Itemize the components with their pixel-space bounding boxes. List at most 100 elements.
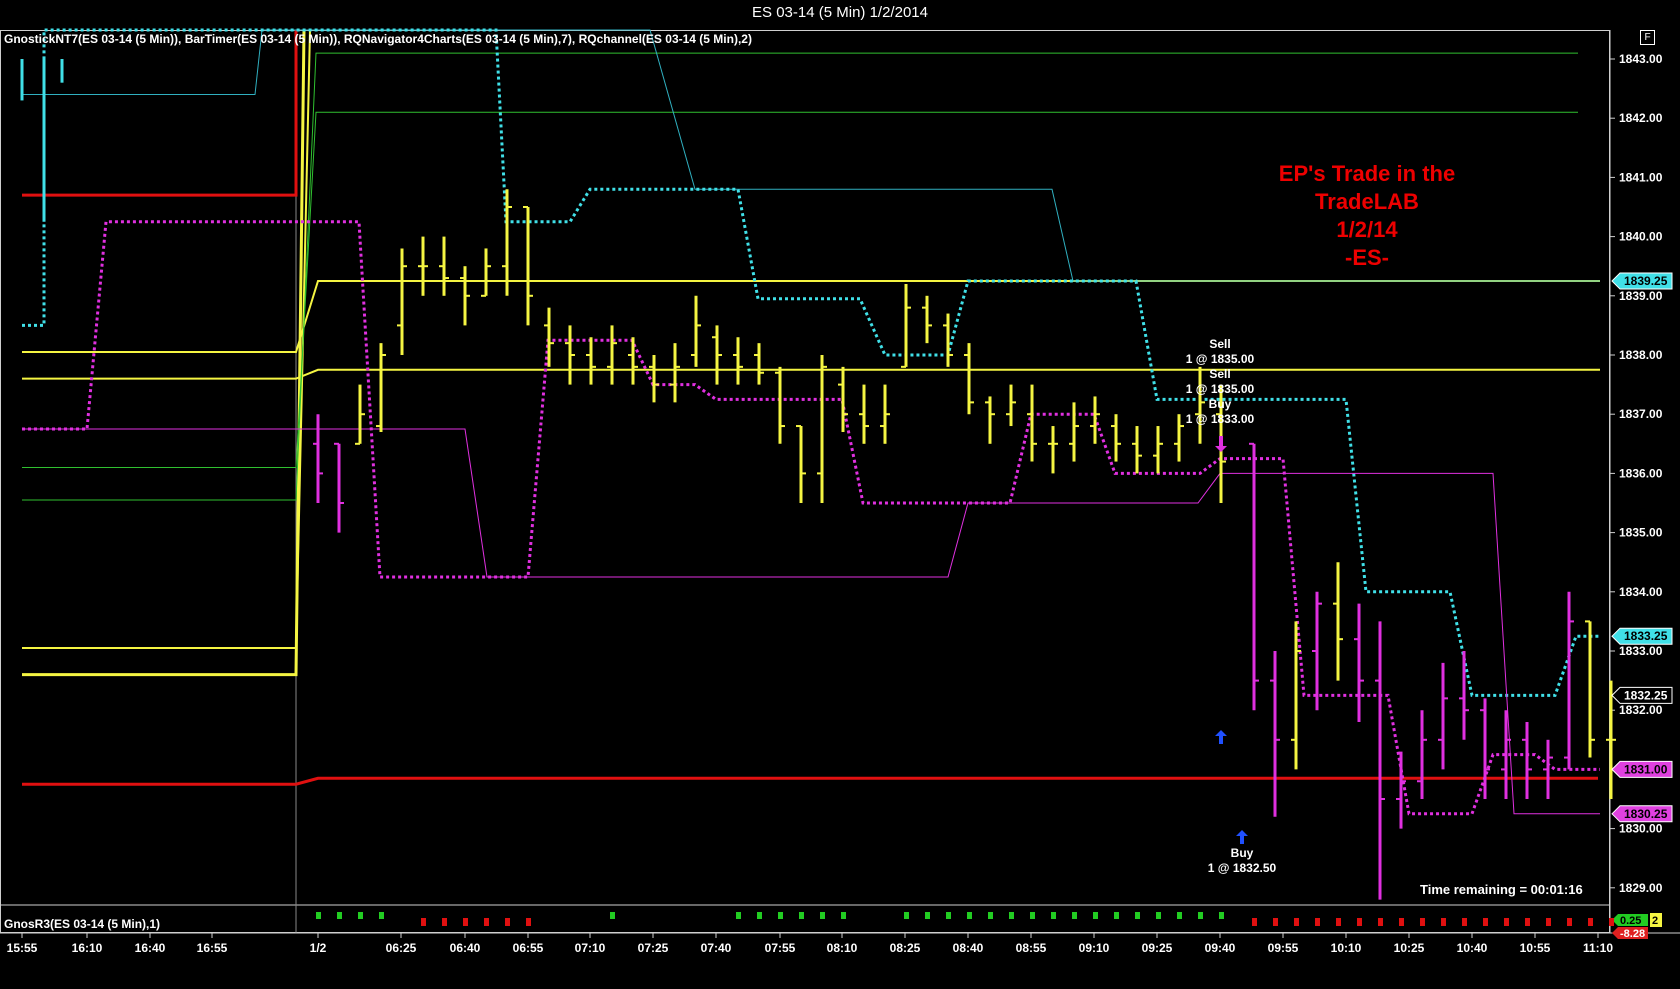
sub-signal-green (379, 912, 384, 919)
sub-signal-red (1399, 918, 1404, 926)
trade-sell-1-side: Sell (1209, 337, 1231, 351)
sub-signal-red (1588, 918, 1593, 926)
price-tag-label: 1839.25 (1624, 274, 1668, 288)
time-tick-label: 06:55 (513, 941, 544, 955)
ohlc-bar (1291, 621, 1301, 770)
red-prior-line (22, 30, 298, 197)
sub-signal-red (1483, 918, 1488, 926)
time-tick-label: 07:40 (701, 941, 732, 955)
sub-signal-green (337, 912, 342, 919)
ohlc-bar (397, 248, 407, 355)
sub-signal-green (1135, 912, 1140, 919)
sub-signal-red (1546, 918, 1551, 926)
ohlc-bar (880, 384, 890, 444)
yellow-mid-level (22, 368, 1600, 380)
price-tick-label: 1834.00 (1619, 585, 1663, 599)
sub-signal-red (1441, 918, 1446, 926)
ohlc-bar (1048, 426, 1058, 474)
price-tag: 1830.25 (1611, 805, 1673, 823)
ohlc-bar (1249, 442, 1259, 711)
ohlc-bar (481, 248, 491, 297)
trade-sell-1-detail: 1 @ 1835.00 (1185, 352, 1255, 366)
time-tick-label: 1/2 (310, 941, 327, 955)
sub-signal-red (1294, 918, 1299, 926)
price-tag: 1839.25 (1611, 272, 1673, 290)
trade-buy-2-side: Buy (1230, 846, 1254, 860)
price-tag: 1831.00 (1611, 760, 1673, 778)
price-tick-label: 1830.00 (1619, 822, 1663, 836)
indicator-list: GnostickNT7(ES 03-14 (5 Min)), BarTimer(… (4, 32, 752, 46)
price-tag-label: 1832.25 (1624, 688, 1668, 702)
ohlc-bar (1312, 591, 1322, 711)
sub-signal-green (1198, 912, 1203, 919)
trade-buy-1-side: Buy (1208, 397, 1232, 411)
ohlc-bar (1585, 620, 1595, 758)
time-tick-label: 09:25 (1142, 941, 1173, 955)
annotation-line-2: TradeLAB (1315, 189, 1419, 214)
sub-signal-green (778, 912, 783, 919)
sub-signal-red (1420, 918, 1425, 926)
sub-signal-red (1525, 918, 1530, 926)
sub-signal-red (1357, 918, 1362, 926)
ohlc-bar (1069, 402, 1079, 462)
ohlc-bar (754, 343, 764, 385)
price-tick-label: 1838.00 (1619, 348, 1663, 362)
ohlc-bar (733, 337, 743, 385)
time-tick-label: 16:10 (72, 941, 103, 955)
time-tick-label: 06:25 (386, 941, 417, 955)
format-button[interactable]: F (1640, 30, 1655, 45)
time-tick-label: 10:10 (1331, 941, 1362, 955)
sub-signal-red (1252, 918, 1257, 926)
time-tick-label: 07:25 (638, 941, 669, 955)
sub-signal-green (967, 912, 972, 919)
ohlc-bar (796, 425, 806, 503)
price-chart[interactable]: 1843.00 1842.00 1841.00 1840.00 1839.00 1838.… (0, 0, 1680, 989)
time-tick-label: 09:55 (1268, 941, 1299, 955)
ohlc-bar (1090, 396, 1100, 444)
ohlc-bar (964, 343, 974, 415)
time-tick-label: 09:40 (1205, 941, 1236, 955)
sub-tag-extra-label: 2 (1652, 915, 1658, 927)
ohlc-bar (1270, 651, 1280, 817)
sub-signal-red (505, 918, 510, 926)
sub-signal-green (841, 912, 846, 919)
ohlc-bar (418, 236, 428, 296)
sub-signal-red (1462, 918, 1467, 926)
ohlc-bar (355, 384, 365, 445)
time-tick-label: 06:40 (450, 941, 481, 955)
price-tick-label: 1833.00 (1619, 644, 1663, 658)
ohlc-bar (1027, 384, 1037, 462)
ohlc-bar (1375, 621, 1385, 900)
sub-tag-label: -8.28 (1620, 928, 1645, 940)
ohlc-bar (901, 283, 911, 368)
sub-signal-green (358, 912, 363, 919)
sub-signal-green (1177, 912, 1182, 919)
ohlc-bar (1438, 662, 1448, 770)
sub-signal-red (442, 918, 447, 926)
ohlc-bar (712, 325, 722, 385)
ohlc-bar (523, 206, 533, 326)
price-tag-label: 1831.00 (1624, 762, 1668, 776)
ohlc-bar (1111, 414, 1121, 462)
ohlc-bar (1153, 426, 1163, 474)
ohlc-bar (1522, 722, 1532, 799)
sub-tag: 0.25 (1612, 914, 1648, 927)
ohlc-bar (502, 189, 512, 296)
price-tick-label: 1842.00 (1619, 111, 1663, 125)
time-tick-label: 10:55 (1520, 941, 1551, 955)
ohlc-bar (565, 325, 575, 385)
sub-signal-green (820, 912, 825, 919)
subpanel-label: GnosR3(ES 03-14 (5 Min),1) (4, 917, 161, 931)
time-tick-label: 09:10 (1079, 941, 1110, 955)
price-tick-label: 1835.00 (1619, 526, 1663, 540)
sub-signal-green (757, 912, 762, 919)
ohlc-bar (376, 343, 386, 432)
ohlc-bar (670, 343, 680, 403)
sub-signal-red (1315, 918, 1320, 926)
time-tick-label: 08:25 (890, 941, 921, 955)
price-tag-label: 1830.25 (1624, 807, 1668, 821)
buy-arrow-2 (1236, 830, 1248, 844)
time-tick-label: 10:25 (1394, 941, 1425, 955)
ohlc-bar (943, 313, 953, 367)
sub-signal-red (421, 918, 426, 926)
